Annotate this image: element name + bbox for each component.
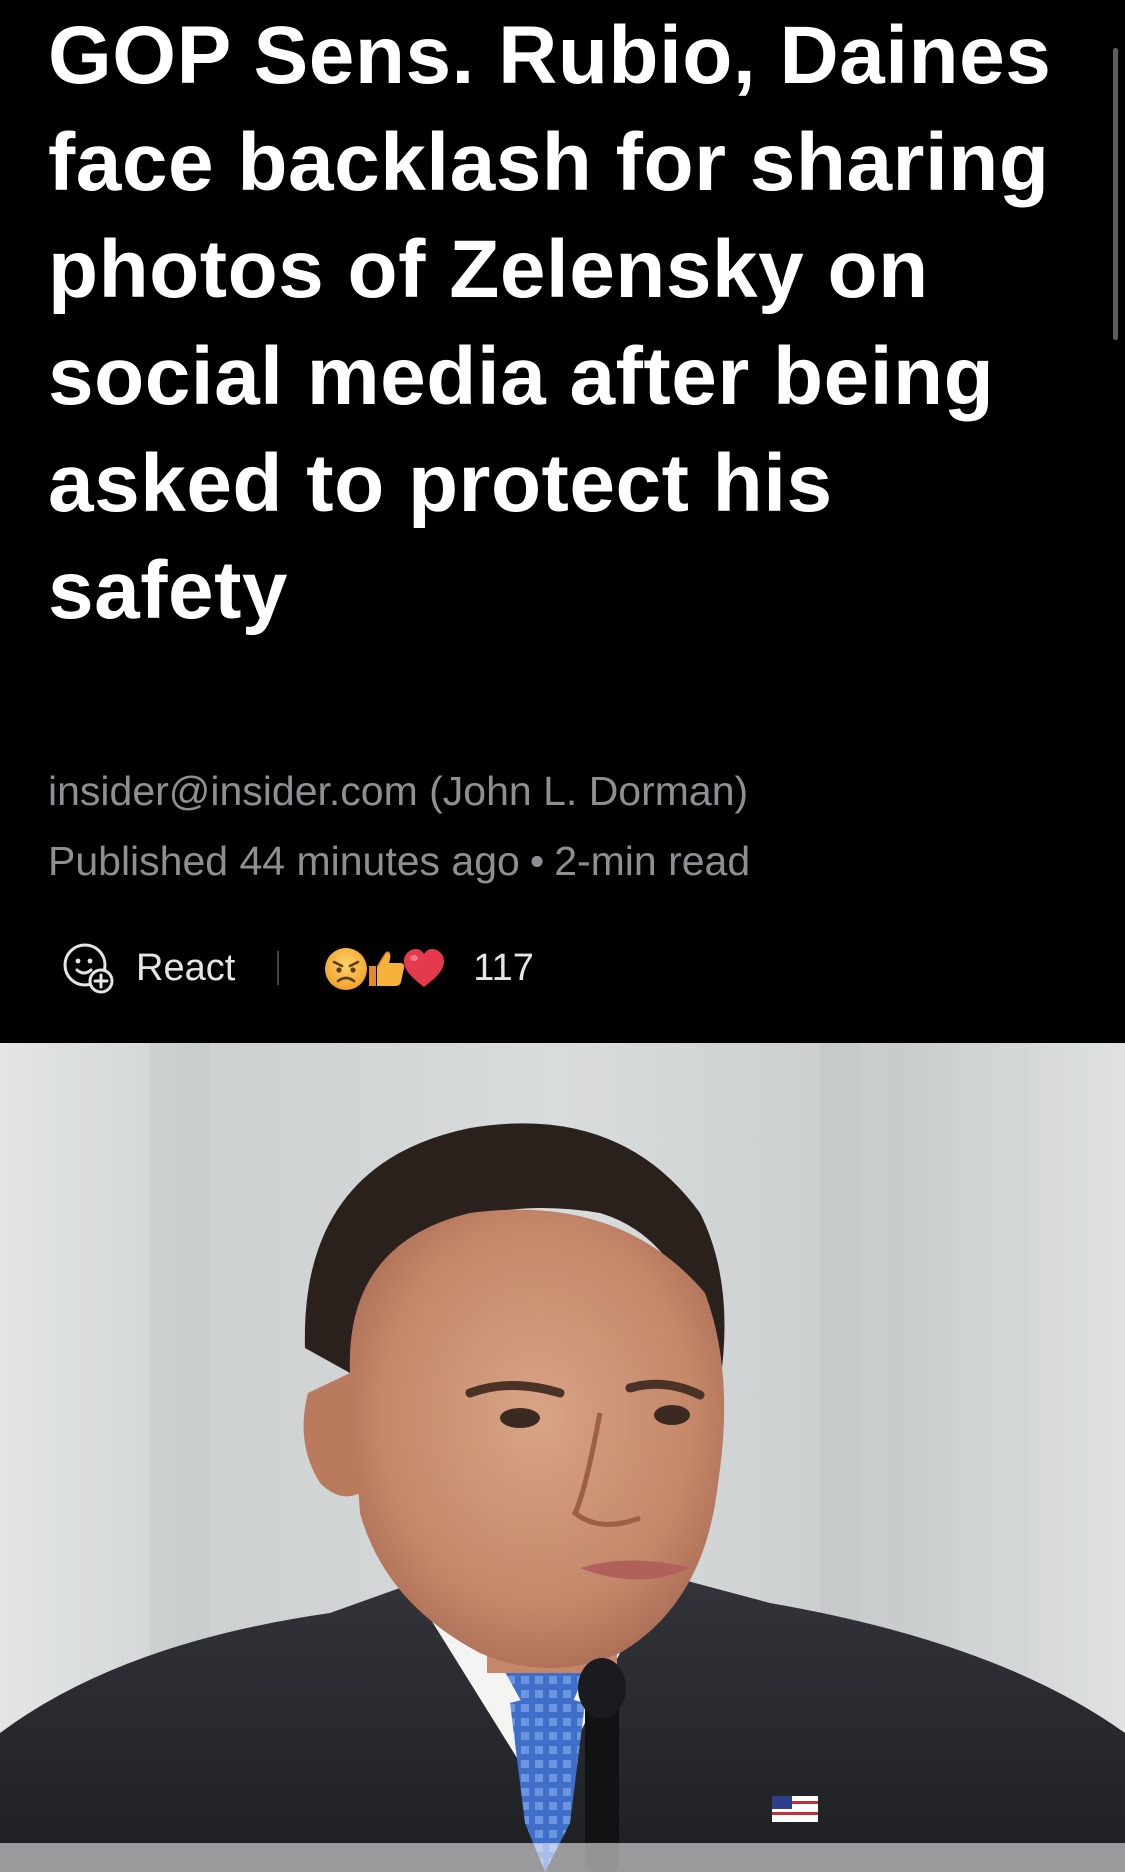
red-heart-icon (404, 949, 445, 987)
reaction-count: 117 (473, 946, 534, 989)
scrollbar[interactable] (1113, 48, 1118, 340)
reaction-bar: React 117 (58, 938, 534, 998)
article-author[interactable]: insider@insider.com (John L. Dorman) (48, 768, 748, 815)
published-time: Published 44 minutes ago (48, 838, 520, 884)
read-time: 2-min read (554, 838, 751, 884)
reaction-divider (277, 951, 280, 985)
add-reaction-icon (63, 943, 114, 994)
meta-separator: • (529, 838, 545, 884)
article-header: GOP Sens. Rubio, Daines face backlash fo… (0, 0, 1125, 1043)
reaction-summary[interactable]: 117 (323, 938, 534, 998)
article-hero-photo[interactable] (0, 1043, 1125, 1872)
article-published-line: Published 44 minutes ago • 2-min read (48, 838, 750, 885)
article-headline: GOP Sens. Rubio, Daines face backlash fo… (48, 10, 1052, 636)
reaction-emoji-stack (323, 938, 453, 998)
react-button-label: React (136, 946, 236, 989)
react-button[interactable]: React (58, 938, 235, 998)
